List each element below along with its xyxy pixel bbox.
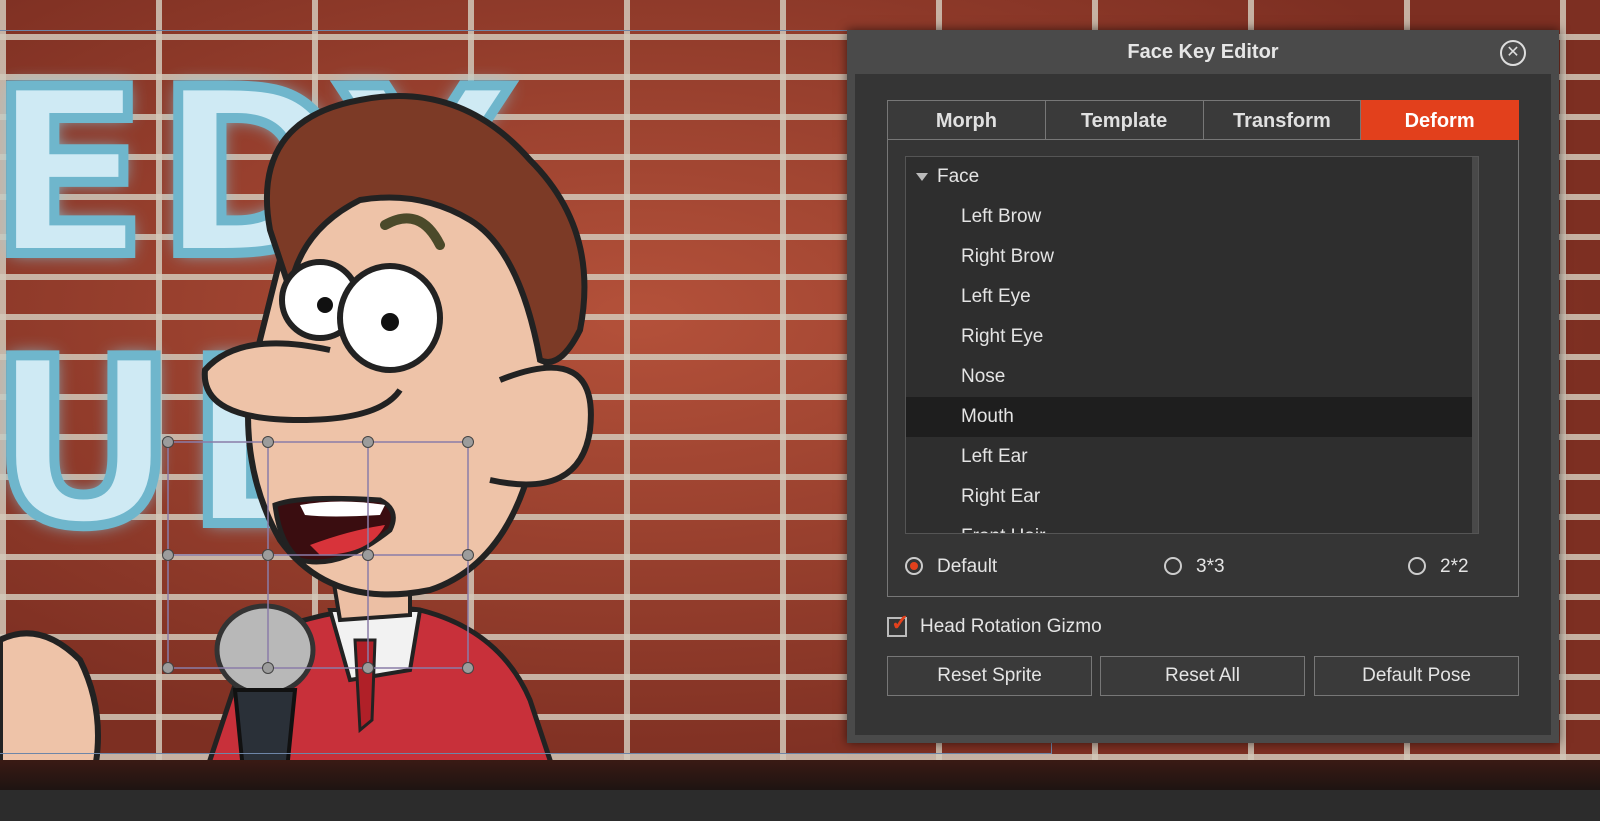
- tab-deform[interactable]: Deform: [1361, 100, 1519, 140]
- tree-item-label: Right Ear: [961, 486, 1041, 507]
- tab-bar: Morph Template Transform Deform: [887, 100, 1519, 140]
- radio-label: 2*2: [1440, 556, 1469, 577]
- tree-item-left-ear[interactable]: Left Ear: [906, 437, 1472, 477]
- tree-item-right-brow[interactable]: Right Brow: [906, 237, 1472, 277]
- tree-item-label: Left Ear: [961, 446, 1028, 467]
- head-rotation-gizmo-checkbox[interactable]: ✓ Head Rotation Gizmo: [887, 611, 1287, 639]
- tree-item-right-ear[interactable]: Right Ear: [906, 477, 1472, 517]
- tab-template[interactable]: Template: [1045, 100, 1204, 140]
- radio-default[interactable]: Default: [905, 555, 1055, 579]
- scrollbar-thumb[interactable]: [1478, 183, 1479, 447]
- radio-unchecked-icon: [1408, 557, 1426, 575]
- bottom-bar: [0, 790, 1600, 821]
- tree-item-left-brow[interactable]: Left Brow: [906, 197, 1472, 237]
- sprite-tree: Face Left Brow Right Brow Left Eye Right…: [905, 156, 1479, 534]
- default-pose-button[interactable]: Default Pose: [1314, 656, 1519, 696]
- radio-2x2[interactable]: 2*2: [1408, 555, 1508, 579]
- radio-3x3[interactable]: 3*3: [1164, 555, 1284, 579]
- tree-item-label: Right Brow: [961, 246, 1054, 267]
- tree-item-left-eye[interactable]: Left Eye: [906, 277, 1472, 317]
- dialog-body: Morph Template Transform Deform Face Lef…: [855, 74, 1551, 735]
- tree-item-label: Right Eye: [961, 326, 1044, 347]
- tree-item-face[interactable]: Face: [906, 157, 1472, 197]
- tree-item-label: Face: [937, 166, 980, 187]
- collapse-triangle-icon[interactable]: [916, 173, 928, 181]
- tree-item-label: Left Eye: [961, 286, 1031, 307]
- tree-item-label: Front Hair: [961, 517, 1045, 533]
- stage-floor: [0, 760, 1600, 790]
- radio-unchecked-icon: [1164, 557, 1182, 575]
- close-icon[interactable]: ✕: [1500, 40, 1526, 66]
- face-key-editor-dialog: Face Key Editor ✕ Morph Template Transfo…: [847, 30, 1559, 743]
- tree-item-right-eye[interactable]: Right Eye: [906, 317, 1472, 357]
- reset-sprite-button[interactable]: Reset Sprite: [887, 656, 1092, 696]
- dialog-title: Face Key Editor: [1127, 41, 1279, 63]
- radio-label: 3*3: [1196, 556, 1225, 577]
- tree-item-nose[interactable]: Nose: [906, 357, 1472, 397]
- tree-item-label: Mouth: [961, 406, 1014, 427]
- tree-item-mouth[interactable]: Mouth: [906, 397, 1472, 437]
- radio-checked-icon: [905, 557, 923, 575]
- tree-item-front-hair[interactable]: Front Hair: [906, 517, 1472, 533]
- checkmark-icon: ✓: [891, 610, 910, 635]
- checkbox-label: Head Rotation Gizmo: [920, 616, 1102, 637]
- tree-item-label: Left Brow: [961, 206, 1042, 227]
- radio-label: Default: [937, 556, 998, 577]
- checkbox-box: ✓: [887, 611, 909, 637]
- reset-all-button[interactable]: Reset All: [1100, 656, 1305, 696]
- tree-item-label: Nose: [961, 366, 1006, 387]
- tab-transform[interactable]: Transform: [1203, 100, 1362, 140]
- tab-morph[interactable]: Morph: [887, 100, 1046, 140]
